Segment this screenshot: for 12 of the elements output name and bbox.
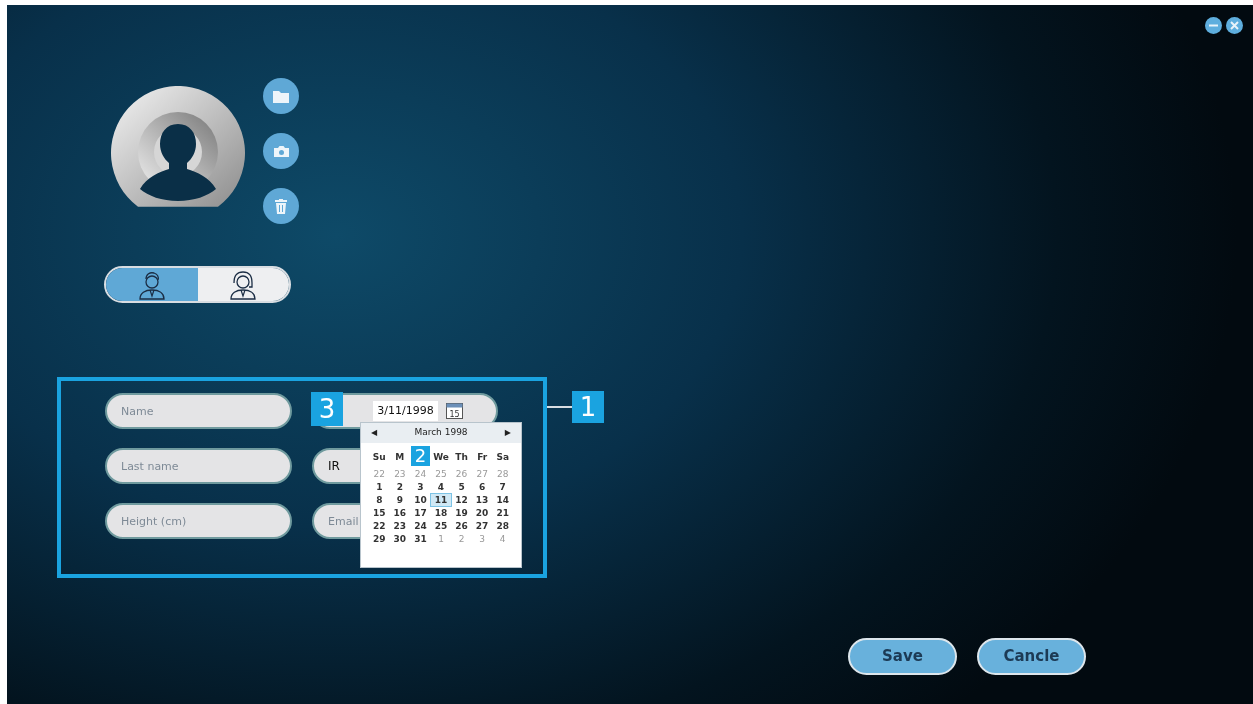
weekday-label: We: [432, 451, 450, 465]
callout-label: 2: [410, 446, 430, 466]
weekday-label: Fr: [476, 451, 489, 465]
weekday-label: Su: [371, 451, 387, 465]
callout-label: 3: [311, 392, 343, 426]
month-title: March 1998: [414, 426, 468, 440]
callout-label: 1: [572, 391, 604, 423]
region-value: IR: [328, 458, 340, 475]
weekday-label: Th: [454, 451, 469, 465]
date-value: 3/11/1998: [373, 400, 438, 422]
weekday-label: Sa: [495, 451, 510, 465]
weekday-label: M: [394, 451, 406, 465]
